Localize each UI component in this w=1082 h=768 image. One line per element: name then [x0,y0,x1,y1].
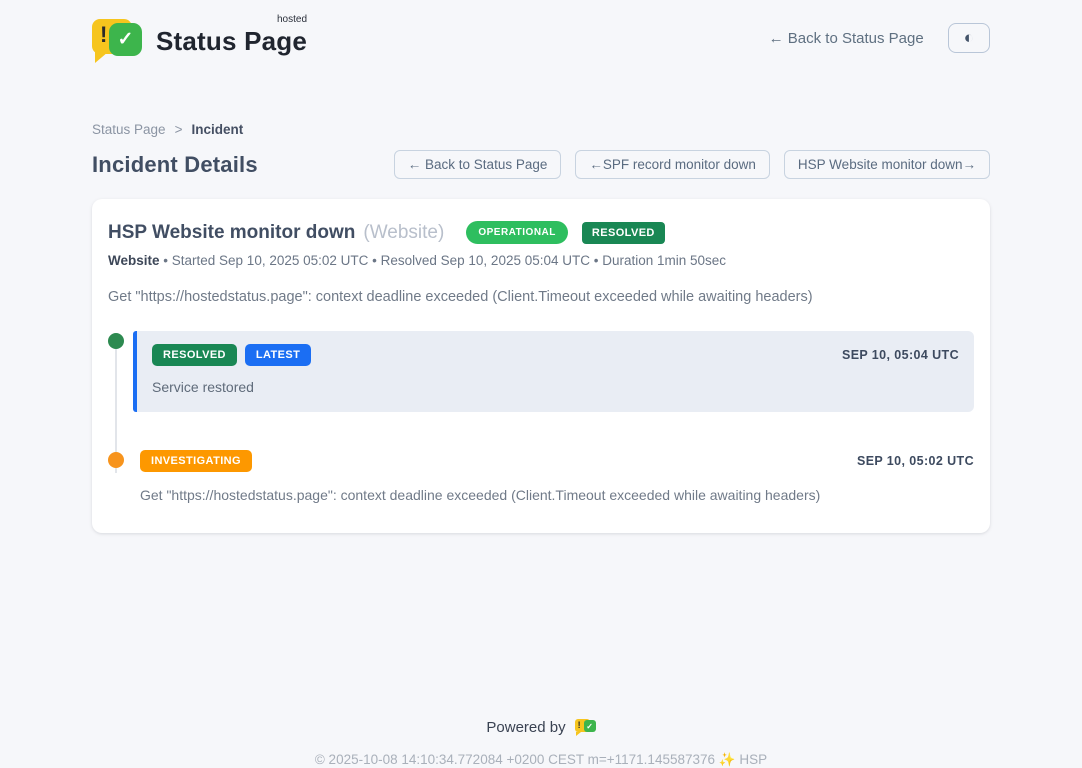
latest-badge: LATEST [245,344,311,366]
breadcrumb: Status Page > Incident [92,122,990,137]
exclamation-icon: ! [578,720,581,730]
brand-text: Status Page hosted [156,16,307,57]
status-dot-orange [108,452,124,468]
incident-meta: Website • Started Sep 10, 2025 05:02 UTC… [108,253,974,268]
sparkle-icon: ✨ [719,752,736,767]
header: ! ✓ Status Page hosted ← Back to Status … [92,0,990,64]
timeline-entry-header: RESOLVED LATEST SEP 10, 05:04 UTC [152,344,959,366]
incident-component: (Website) [363,222,444,244]
copyright-text: © 2025-10-08 14:10:34.772084 +0200 CEST … [315,752,715,767]
timeline-entry-resolved: RESOLVED LATEST SEP 10, 05:04 UTC Servic… [108,331,974,412]
timeline-entry-header: INVESTIGATING SEP 10, 05:02 UTC [133,450,974,472]
timeline-entry-investigating: INVESTIGATING SEP 10, 05:02 UTC Get "htt… [108,450,974,503]
copyright-line: © 2025-10-08 14:10:34.772084 +0200 CEST … [92,752,990,768]
incident-timeline: RESOLVED LATEST SEP 10, 05:04 UTC Servic… [108,331,974,503]
breadcrumb-status-page[interactable]: Status Page [92,122,166,137]
powered-by-link[interactable]: Powered by ! ✓ [486,718,595,736]
check-icon: ✓ [584,720,596,732]
footer: Powered by ! ✓ © 2025-10-08 14:10:34.772… [92,718,990,768]
prev-incident-button[interactable]: ←SPF record monitor down [575,150,770,179]
brand-logo[interactable]: ! ✓ Status Page hosted [92,16,307,60]
resolved-badge: RESOLVED [152,344,237,366]
incident-card-header: HSP Website monitor down (Website) OPERA… [108,221,974,244]
next-incident-button[interactable]: HSP Website monitor down→ [784,150,990,179]
brand-name: Status Page [156,26,307,56]
brand-hosted-label: hosted [277,14,307,25]
operational-badge: OPERATIONAL [466,221,568,244]
incident-card: HSP Website monitor down (Website) OPERA… [92,199,990,533]
entry-timestamp: SEP 10, 05:04 UTC [842,348,959,362]
statuspage-logo-icon: ! ✓ [92,16,144,60]
meta-component-name: Website [108,253,160,268]
statuspage-mini-logo-icon: ! ✓ [575,718,596,736]
breadcrumb-incident: Incident [191,122,243,137]
header-actions: ← Back to Status Page ◐ [769,23,990,53]
title-row: Incident Details ← Back to Status Page ←… [92,150,990,179]
incident-description: Get "https://hostedstatus.page": context… [108,289,974,305]
incident-nav-buttons: ← Back to Status Page ←SPF record monito… [394,150,990,179]
resolved-badge: RESOLVED [582,222,665,244]
page-title: Incident Details [92,152,258,178]
meta-details: • Started Sep 10, 2025 05:02 UTC • Resol… [163,253,726,268]
powered-by-label: Powered by [486,719,565,736]
status-dot-green [108,333,124,349]
breadcrumb-separator: > [175,122,183,137]
back-to-status-page-button[interactable]: ← Back to Status Page [394,150,562,179]
copyright-brand: HSP [739,752,767,767]
check-icon: ✓ [109,23,142,56]
theme-toggle-button[interactable]: ◐ [948,23,990,53]
main-content: Status Page > Incident Incident Details … [92,122,990,533]
investigating-badge: INVESTIGATING [140,450,252,472]
entry-message: Get "https://hostedstatus.page": context… [133,487,974,503]
half-circle-icon: ◐ [964,28,974,47]
entry-message: Service restored [152,379,959,395]
timeline-highlight-box: RESOLVED LATEST SEP 10, 05:04 UTC Servic… [133,331,974,412]
header-back-link[interactable]: ← Back to Status Page [769,30,924,47]
exclamation-icon: ! [100,22,107,48]
entry-timestamp: SEP 10, 05:02 UTC [857,454,974,468]
incident-title: HSP Website monitor down [108,222,355,244]
